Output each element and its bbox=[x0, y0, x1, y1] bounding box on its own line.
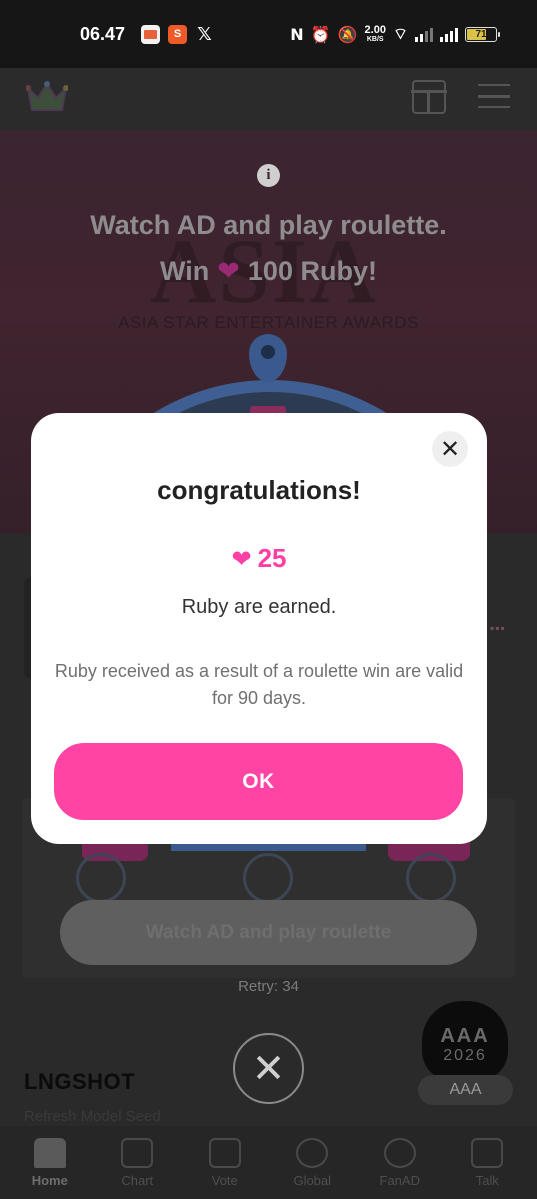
hamburger-menu-icon[interactable] bbox=[478, 84, 510, 108]
status-time: 06.47 bbox=[80, 23, 126, 44]
system-icons: N ⏰ 🔕 2.00 KB/S ⌔ 71 bbox=[290, 24, 500, 44]
prize-icon-center bbox=[243, 853, 293, 903]
nav-chart[interactable]: Chart bbox=[98, 1137, 176, 1188]
validity-message: Ruby received as a result of a roulette … bbox=[54, 661, 464, 708]
prize-icon-right bbox=[406, 853, 456, 903]
network-speed-unit: KB/S bbox=[366, 36, 384, 43]
banner-bg-award: ASIA STAR ENTERTAINER AWARDS bbox=[118, 313, 419, 332]
featured-artist-subtitle: Refresh Model Seed bbox=[24, 1108, 161, 1125]
nfc-icon: N bbox=[290, 24, 304, 44]
wifi-icon: ⌔ bbox=[392, 24, 408, 43]
nav-vote-label: Vote bbox=[211, 1172, 238, 1188]
network-speed-value: 2.00 bbox=[364, 24, 386, 36]
bottom-navigation: Home Chart Vote Global FanAD Talk bbox=[0, 1126, 537, 1199]
reward-dialog: ✕ congratulations! ❤ 25 Ruby are earned.… bbox=[31, 413, 487, 844]
nav-global-label: Global bbox=[293, 1172, 332, 1188]
nav-fanad-label: FanAD bbox=[379, 1172, 420, 1188]
ruby-heart-icon: ❤ bbox=[217, 256, 240, 287]
crown-logo-icon[interactable] bbox=[26, 80, 68, 112]
dialog-close-button[interactable]: ✕ bbox=[432, 431, 468, 467]
aaa-badge-year: 2026 bbox=[443, 1047, 487, 1064]
dialog-title: congratulations! bbox=[157, 475, 361, 505]
featured-artist-title: LNGSHOT bbox=[24, 1069, 136, 1094]
nav-talk[interactable]: Talk bbox=[448, 1137, 526, 1188]
nav-talk-label: Talk bbox=[475, 1172, 499, 1188]
battery-icon: 71 bbox=[465, 26, 500, 42]
fanad-heart-icon bbox=[383, 1137, 416, 1168]
app-header bbox=[0, 68, 537, 130]
ruby-heart-icon: ❤ bbox=[231, 544, 252, 573]
nav-fanad[interactable]: FanAD bbox=[361, 1137, 439, 1188]
alarm-icon: ⏰ bbox=[310, 24, 331, 44]
promo-headline: Watch AD and play roulette. bbox=[90, 210, 447, 240]
signal-icon bbox=[415, 27, 433, 42]
prize-icon-left bbox=[76, 853, 126, 903]
aaa-award-badge[interactable]: AAA 2026 bbox=[422, 1001, 508, 1081]
nav-global[interactable]: Global bbox=[273, 1137, 351, 1188]
home-icon bbox=[33, 1137, 66, 1168]
promo-reward-label: 100 Ruby! bbox=[247, 256, 377, 286]
globe-icon bbox=[296, 1137, 329, 1168]
shopee-icon: S bbox=[168, 24, 188, 44]
roulette-pointer-icon bbox=[249, 334, 287, 382]
reward-amount: 25 bbox=[257, 543, 287, 573]
earned-message: Ruby are earned. bbox=[181, 596, 337, 618]
aaa-badge-mark: AAA bbox=[440, 1025, 490, 1047]
close-icon: ✕ bbox=[251, 1045, 286, 1092]
aaa-label[interactable]: AAA bbox=[418, 1075, 513, 1105]
retry-count: Retry: 34 bbox=[238, 978, 299, 995]
prize-strip bbox=[171, 843, 366, 851]
x-icon: 𝕏 bbox=[197, 23, 212, 45]
mute-icon: 🔕 bbox=[337, 24, 358, 44]
chat-bubble-icon bbox=[471, 1137, 504, 1168]
nav-chart-label: Chart bbox=[121, 1172, 154, 1188]
signal-icon-2 bbox=[440, 27, 458, 42]
ok-button[interactable]: OK bbox=[54, 743, 463, 820]
nav-vote[interactable]: Vote bbox=[186, 1137, 264, 1188]
battery-level: 71 bbox=[475, 28, 487, 40]
promo-win-label: Win bbox=[160, 256, 210, 286]
close-roulette-button[interactable]: ✕ bbox=[233, 1033, 304, 1104]
reward-amount-row: ❤ 25 bbox=[31, 543, 487, 574]
close-icon: ✕ bbox=[439, 435, 461, 463]
photos-icon bbox=[141, 24, 161, 44]
status-bar: 06.47 S 𝕏 N ⏰ 🔕 2.00 KB/S ⌔ 71 bbox=[0, 0, 537, 68]
promo-subheadline: Win ❤ 100 Ruby! bbox=[0, 256, 537, 287]
vote-ticket-icon bbox=[208, 1137, 241, 1168]
notification-icons: S 𝕏 bbox=[141, 23, 214, 45]
gift-box-icon[interactable] bbox=[411, 80, 447, 114]
side-decoration: ▪▪▪ bbox=[490, 621, 506, 635]
nav-home-label: Home bbox=[31, 1172, 68, 1188]
nav-home[interactable]: Home bbox=[11, 1137, 89, 1188]
watch-ad-button[interactable]: Watch AD and play roulette bbox=[60, 900, 477, 965]
bar-chart-icon bbox=[121, 1137, 154, 1168]
network-speed: 2.00 KB/S bbox=[364, 24, 386, 44]
info-icon[interactable]: i bbox=[257, 164, 280, 187]
